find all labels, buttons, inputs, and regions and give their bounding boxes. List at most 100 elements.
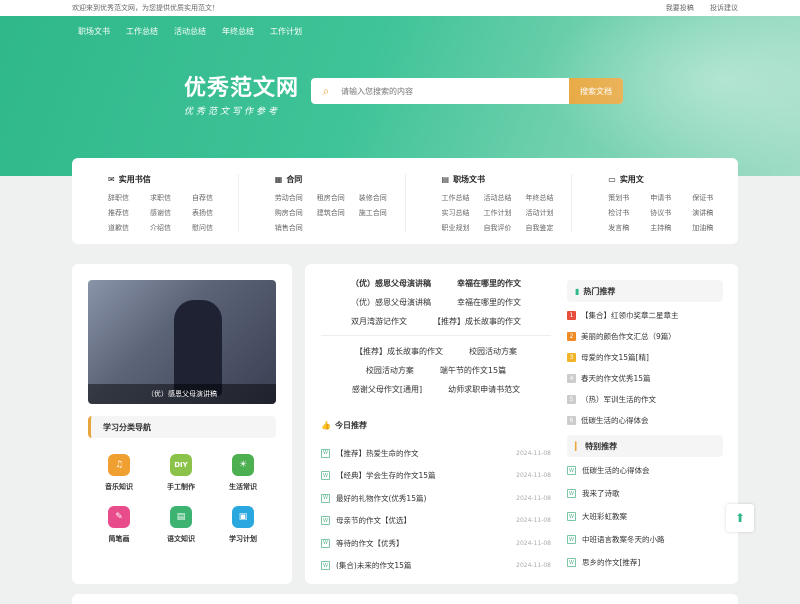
site-logo[interactable]: 优秀范文网 优秀范文写作参考 — [184, 70, 299, 117]
nav-item-activity-summary[interactable]: 活动总结 — [174, 26, 206, 37]
study-item-diy[interactable]: DIY 手工制作 — [150, 454, 212, 492]
category-link[interactable]: 检讨书 — [608, 208, 650, 218]
complaint-link[interactable]: 投诉建议 — [710, 4, 738, 12]
study-item-life[interactable]: ☀ 生活常识 — [212, 454, 274, 492]
hot-link[interactable]: 【推荐】成长故事的作文 — [433, 316, 521, 327]
hot-links: （优）感恩父母演讲稿 幸福在哪里的作文 （优）感恩父母演讲稿 幸福在哪里的作文 双月… — [321, 278, 551, 403]
hot-link[interactable]: 端午节的作文15篇 — [440, 365, 506, 376]
nav-item-work-summary[interactable]: 工作总结 — [126, 26, 158, 37]
category-link[interactable]: 发言稿 — [608, 223, 650, 233]
category-link[interactable]: 主持稿 — [650, 223, 692, 233]
category-title: 职场文书 — [453, 175, 486, 184]
hot-link[interactable]: （优）感恩父母演讲稿 — [351, 278, 431, 289]
category-link[interactable]: 表扬信 — [192, 208, 234, 218]
study-item-chinese[interactable]: ▤ 语文知识 — [150, 506, 212, 544]
category-link[interactable]: 施工合同 — [359, 208, 401, 218]
search-bar: ⌕ 搜索文档 — [311, 78, 623, 104]
hot-title: ▮ 热门推荐 — [567, 280, 723, 302]
category-link[interactable]: 介绍信 — [150, 223, 192, 233]
category-link[interactable]: 销售合同 — [275, 223, 317, 233]
nav-item-workplace[interactable]: 职场文书 — [78, 26, 110, 37]
category-link[interactable]: 自我鉴定 — [526, 223, 568, 233]
category-link[interactable]: 劳动合同 — [275, 193, 317, 203]
list-item[interactable]: W 我来了诗歌 — [567, 482, 723, 505]
hot-link[interactable]: 幼师求职申请书范文 — [448, 384, 520, 395]
list-item[interactable]: W 等待的作文【优秀】 2024-11-08 — [321, 532, 551, 555]
category-link[interactable]: 活动总结 — [484, 193, 526, 203]
featured-caption[interactable]: （优）感恩父母演讲稿 — [88, 384, 276, 404]
category-link[interactable]: 策划书 — [608, 193, 650, 203]
category-link[interactable]: 加油稿 — [692, 223, 734, 233]
contract-icon: ▦ — [274, 175, 283, 184]
search-button[interactable]: 搜索文档 — [569, 78, 623, 104]
category-link[interactable]: 工作总结 — [442, 193, 484, 203]
category-link[interactable]: 演讲稿 — [692, 208, 734, 218]
category-link[interactable]: 职业规划 — [442, 223, 484, 233]
nav-item-work-plan[interactable]: 工作计划 — [270, 26, 302, 37]
category-link[interactable]: 活动计划 — [526, 208, 568, 218]
category-link[interactable]: 装修合同 — [359, 193, 401, 203]
hot-link[interactable]: 校园活动方案 — [366, 365, 414, 376]
music-icon: ♫ — [108, 454, 130, 476]
list-item[interactable]: 1 【集合】红领巾奖章二星章主 — [567, 305, 723, 326]
category-link[interactable]: 辞职信 — [108, 193, 150, 203]
diy-icon: DIY — [170, 454, 192, 476]
study-item-music[interactable]: ♫ 音乐知识 — [88, 454, 150, 492]
list-item[interactable]: 5 （热）军训生活的作文 — [567, 389, 723, 410]
category-link[interactable]: 实习总结 — [442, 208, 484, 218]
doc-icon: W — [567, 558, 576, 567]
list-item[interactable]: W 低碳生活的心得体会 — [567, 459, 723, 482]
category-link[interactable]: 协议书 — [650, 208, 692, 218]
person-figure — [174, 300, 222, 396]
hero-banner: 职场文书 工作总结 活动总结 年终总结 工作计划 优秀范文网 优秀范文写作参考 … — [0, 16, 800, 176]
study-item-plan[interactable]: ▣ 学习计划 — [212, 506, 274, 544]
category-panel: ✉ 实用书信 辞职信 求职信 自荐信 推荐信 感谢信 表扬信 道歉信 介绍信 慰问… — [72, 158, 738, 244]
list-item[interactable]: W 【推荐】热爱生命的作文 2024-11-08 — [321, 442, 551, 465]
hot-link[interactable]: 幸福在哪里的作文 — [457, 297, 521, 308]
logo-title: 优秀范文网 — [184, 76, 300, 101]
category-link[interactable]: 建筑合同 — [317, 208, 359, 218]
list-item[interactable]: 2 美丽的颜色作文汇总（9篇） — [567, 326, 723, 347]
category-link[interactable]: 租房合同 — [317, 193, 359, 203]
list-item[interactable]: W 母亲节的作文【优选】 2024-11-08 — [321, 510, 551, 533]
arrow-up-icon[interactable]: ⬆ — [726, 504, 754, 532]
category-link[interactable]: 工作计划 — [484, 208, 526, 218]
category-link[interactable]: 年终总结 — [526, 193, 568, 203]
list-item[interactable]: W 【经典】学会生存的作文15篇 2024-11-08 — [321, 465, 551, 488]
today-title: 👍 今日推荐 — [321, 421, 367, 430]
welcome-text: 欢迎来到优秀范文网，为您提供优质实用范文！ — [72, 4, 219, 12]
category-link[interactable]: 慰问信 — [192, 223, 234, 233]
list-item[interactable]: 4 春天的作文优秀15篇 — [567, 368, 723, 389]
list-item[interactable]: W (集合)未来的作文15篇 2024-11-08 — [321, 555, 551, 578]
category-link[interactable]: 自我评价 — [484, 223, 526, 233]
study-item-drawing[interactable]: ✎ 简笔画 — [88, 506, 150, 544]
left-panel: （优）感恩父母演讲稿 学习分类导航 ♫ 音乐知识 DIY 手工制作 ☀ 生活常识 ✎ 简… — [72, 264, 292, 584]
hot-link[interactable]: 校园活动方案 — [469, 346, 517, 357]
category-link[interactable]: 购房合同 — [275, 208, 317, 218]
category-link[interactable]: 推荐信 — [108, 208, 150, 218]
doc-icon: W — [567, 535, 576, 544]
search-input[interactable] — [341, 86, 569, 96]
category-link[interactable]: 求职信 — [150, 193, 192, 203]
hot-link[interactable]: 【推荐】成长故事的作文 — [355, 346, 443, 357]
list-item[interactable]: W 最好的礼物作文(优秀15篇) 2024-11-08 — [321, 487, 551, 510]
category-link[interactable]: 道歉信 — [108, 223, 150, 233]
hot-link[interactable]: 幸福在哪里的作文 — [457, 278, 521, 289]
nav-item-year-summary[interactable]: 年终总结 — [222, 26, 254, 37]
category-link[interactable]: 自荐信 — [192, 193, 234, 203]
featured-image[interactable]: （优）感恩父母演讲稿 — [88, 280, 276, 404]
hot-link[interactable]: 感谢父母作文[通用] — [352, 384, 422, 395]
list-item[interactable]: W 思乡的作文[推荐] — [567, 551, 723, 574]
hot-link[interactable]: （优）感恩父母演讲稿 — [351, 297, 431, 308]
category-link[interactable]: 保证书 — [692, 193, 734, 203]
divider — [321, 335, 551, 336]
category-link[interactable]: 感谢信 — [150, 208, 192, 218]
list-item[interactable]: 3 母爱的作文15篇[精] — [567, 347, 723, 368]
list-item[interactable]: 6 低碳生活的心得体会 — [567, 410, 723, 431]
list-item[interactable]: W 中班语言教案冬天的小路 — [567, 528, 723, 551]
hot-link[interactable]: 双月湾游记作文 — [351, 316, 407, 327]
list-item[interactable]: W 大班彩虹教案 — [567, 505, 723, 528]
submit-link[interactable]: 我要投稿 — [666, 4, 694, 12]
category-link[interactable]: 申请书 — [650, 193, 692, 203]
top-links: 我要投稿 投诉建议 — [652, 3, 738, 13]
